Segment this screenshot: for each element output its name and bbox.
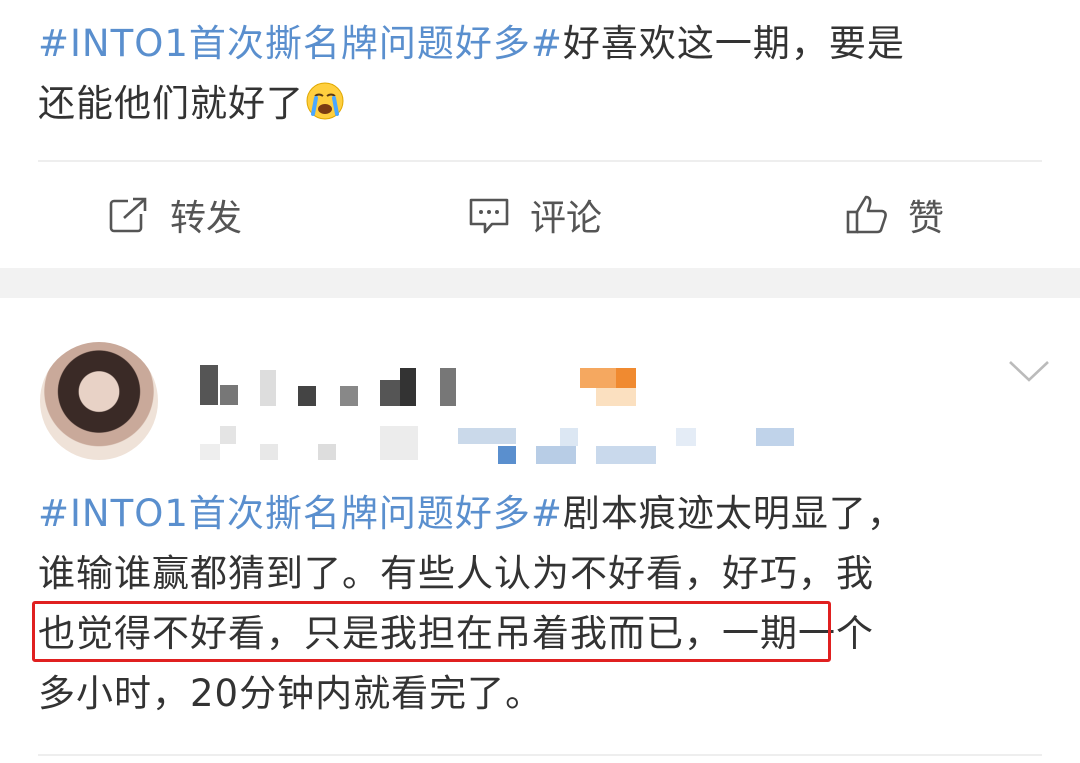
like-button[interactable]: 赞 [844, 185, 944, 245]
repost-label: 转发 [170, 198, 243, 239]
post-2-line-2: 谁输谁赢都猜到了。有些人认为不好看，好巧，我 [38, 552, 874, 595]
post-1-text-a: 好喜欢这一期，要是 [562, 22, 905, 65]
post-2-line-4: 多小时，20分钟内就看完了。 [38, 672, 544, 715]
like-label: 赞 [908, 198, 945, 239]
post-2-line-1: 剧本痕迹太明显了， [562, 492, 905, 535]
post-1-text-b: 还能他们就好了 [38, 82, 304, 125]
avatar[interactable] [40, 342, 158, 460]
topic-link[interactable]: #INTO1首次撕名牌问题好多# [38, 22, 563, 65]
thumbs-up-icon [846, 195, 887, 234]
repost-button[interactable]: 转发 [106, 185, 242, 245]
action-bar: 转发 评论 赞 [0, 185, 1080, 245]
chevron-down-icon[interactable] [1004, 352, 1054, 392]
share-icon [109, 196, 148, 233]
post-1-text: #INTO1首次撕名牌问题好多#好喜欢这一期，要是 还能他们就好了 [38, 14, 1048, 134]
divider [38, 160, 1042, 162]
comment-label: 评论 [530, 198, 603, 239]
crying-face-emoji-icon [304, 80, 346, 122]
comment-button[interactable]: 评论 [466, 185, 602, 245]
topic-link[interactable]: #INTO1首次撕名牌问题好多# [38, 492, 563, 535]
feed-separator [0, 268, 1080, 298]
comment-icon [469, 198, 509, 234]
divider [38, 754, 1042, 756]
highlight-annotation [32, 601, 831, 662]
